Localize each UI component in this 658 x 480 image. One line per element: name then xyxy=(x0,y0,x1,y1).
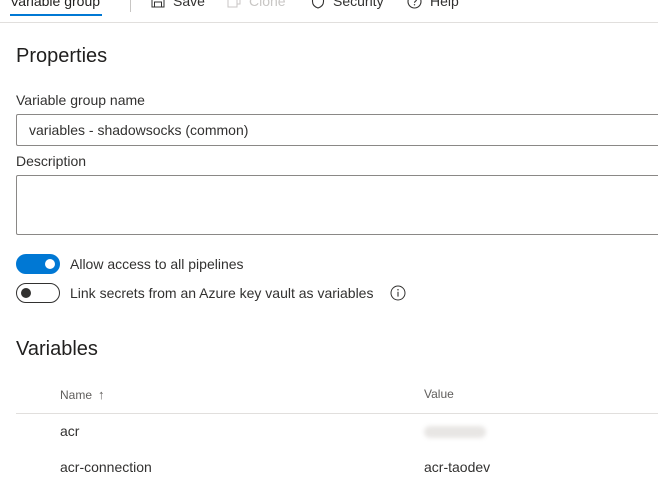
table-row[interactable]: acr-connection acr-taodev xyxy=(16,450,658,480)
security-button[interactable]: Security xyxy=(311,0,384,12)
save-label: Save xyxy=(173,0,205,9)
group-name-input[interactable]: variables - shadowsocks (common) xyxy=(16,114,658,146)
name-column-label: Name xyxy=(60,387,93,402)
table-row[interactable]: acr xyxy=(16,414,658,450)
group-name-label: Variable group name xyxy=(16,92,145,108)
clone-label: Clone xyxy=(249,0,286,9)
value-column-header[interactable]: Value xyxy=(424,387,454,401)
toolbar-separator xyxy=(0,22,658,23)
toggle-knob xyxy=(45,259,55,269)
allow-access-row: Allow access to all pipelines xyxy=(16,254,244,274)
variables-heading: Variables xyxy=(16,338,98,360)
properties-heading: Properties xyxy=(16,45,108,67)
link-secrets-label: Link secrets from an Azure key vault as … xyxy=(70,285,374,301)
security-label: Security xyxy=(333,0,384,9)
shield-icon xyxy=(311,0,325,9)
allow-access-toggle[interactable] xyxy=(16,254,60,274)
clone-icon xyxy=(227,0,241,8)
link-secrets-row: Link secrets from an Azure key vault as … xyxy=(16,283,406,303)
help-icon xyxy=(407,0,422,9)
toolbar-divider xyxy=(130,0,131,12)
secret-value-masked xyxy=(424,426,486,438)
description-label: Description xyxy=(16,153,87,169)
variable-name: acr xyxy=(60,423,80,439)
description-textarea[interactable] xyxy=(16,175,658,235)
variable-name: acr-connection xyxy=(60,459,152,475)
help-button[interactable]: Help xyxy=(407,0,459,12)
clone-button[interactable]: Clone xyxy=(227,0,286,12)
sort-up-arrow-icon: ↑ xyxy=(98,387,105,402)
value-column-label: Value xyxy=(424,387,454,401)
save-button[interactable]: Save xyxy=(151,0,205,12)
toolbar: Variable group Save Clone Security Help xyxy=(0,0,658,16)
help-label: Help xyxy=(430,0,459,9)
allow-access-label: Allow access to all pipelines xyxy=(70,256,244,272)
info-icon[interactable] xyxy=(390,285,406,301)
save-icon xyxy=(151,0,165,8)
tab-variable-group[interactable]: Variable group xyxy=(10,0,103,16)
link-secrets-toggle[interactable] xyxy=(16,283,60,303)
toggle-knob xyxy=(21,288,31,298)
name-column-header[interactable]: Name ↑ xyxy=(60,387,105,402)
variable-group-page: Variable group Save Clone Security Help … xyxy=(0,0,658,480)
variable-value: acr-taodev xyxy=(424,459,491,475)
